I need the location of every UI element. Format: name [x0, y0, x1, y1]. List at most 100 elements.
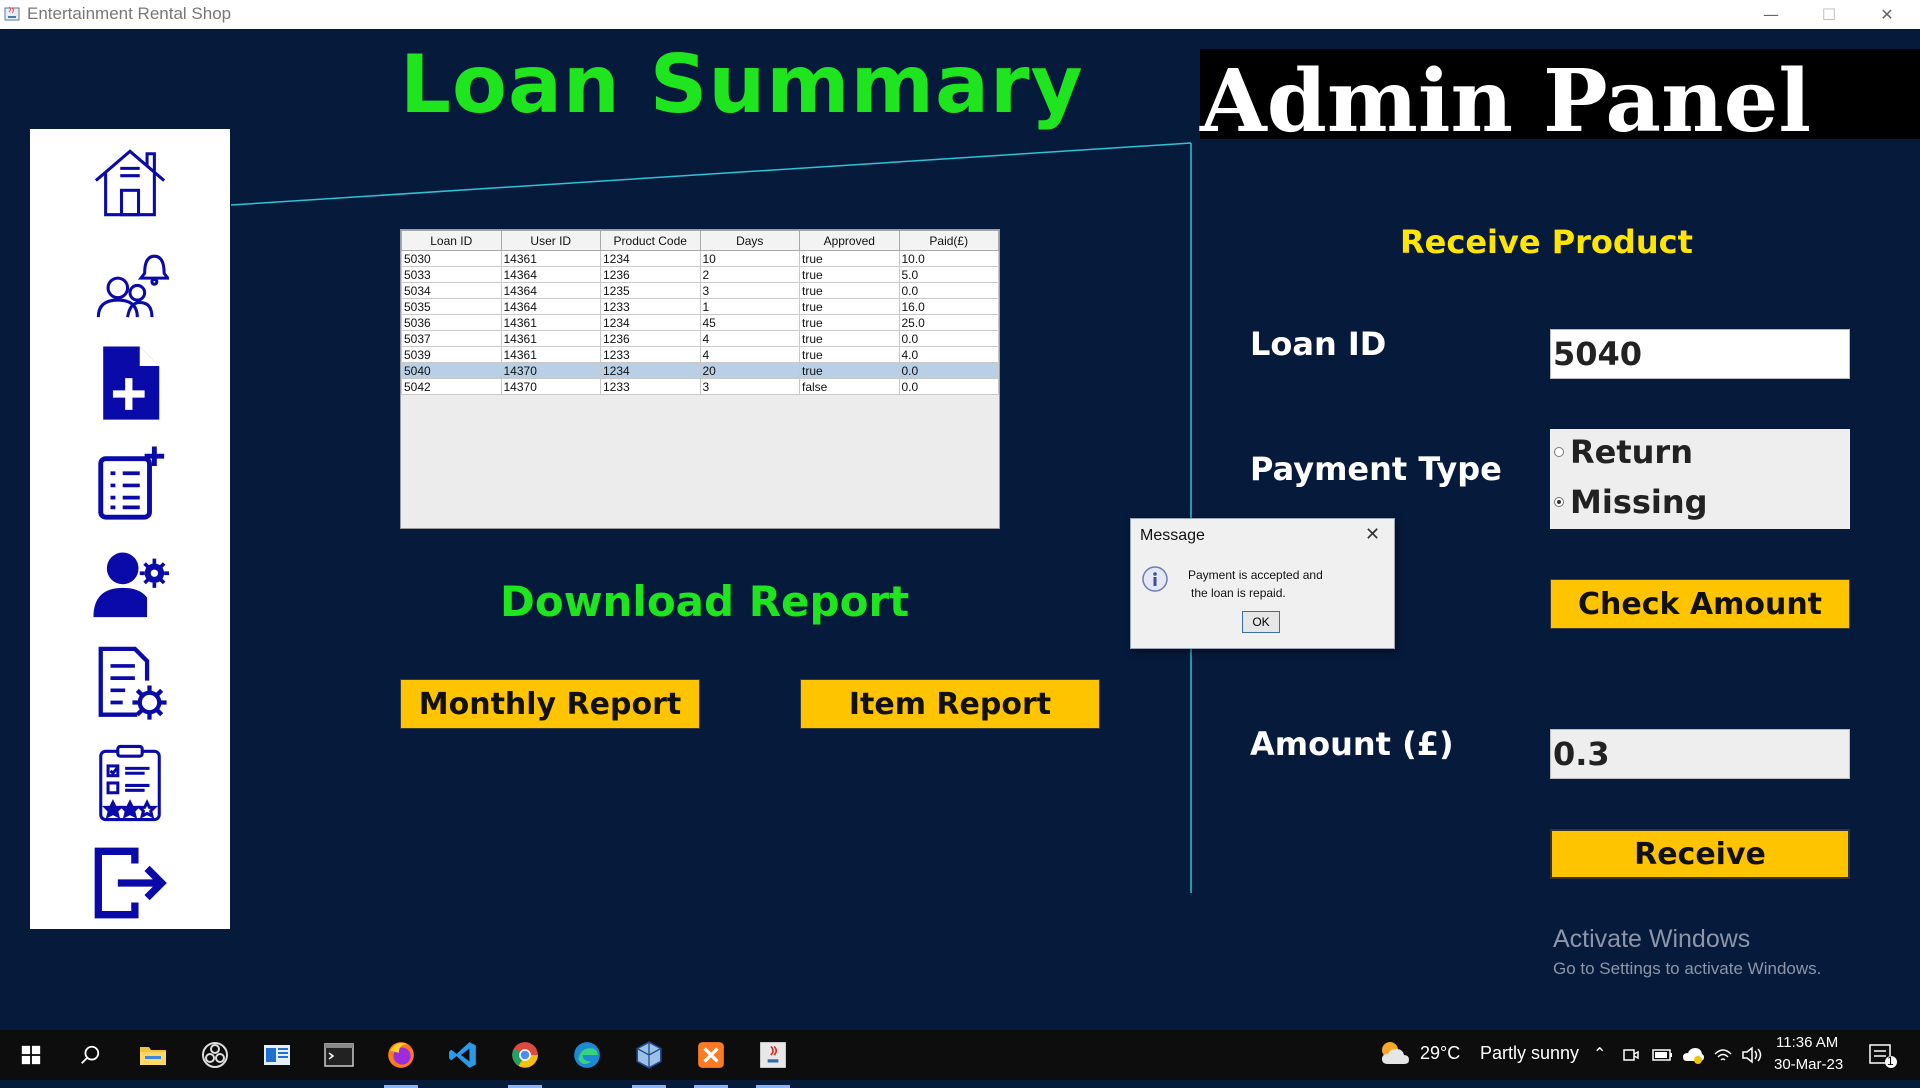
table-row[interactable]: 5040 14370 1234 20 true 0.0	[401, 362, 999, 379]
table-row[interactable]: 5042 14370 1233 3 false 0.0	[401, 378, 999, 395]
table-cell[interactable]: 2	[699, 266, 800, 283]
receive-button[interactable]: Receive	[1550, 829, 1850, 879]
add-document-icon[interactable]	[88, 341, 172, 425]
loan-table[interactable]: Loan ID User ID Product Code Days Approved Pa…	[401, 230, 999, 395]
battery-icon[interactable]	[1652, 1047, 1674, 1063]
dialog-ok-button[interactable]: OK	[1242, 611, 1280, 633]
monthly-report-button[interactable]: Monthly Report	[400, 679, 700, 729]
table-cell[interactable]: 5036	[401, 314, 502, 331]
weather-icon[interactable]	[1378, 1038, 1412, 1068]
table-cell[interactable]: true	[799, 314, 900, 331]
table-row[interactable]: 5035 14364 1233 1 true 16.0	[401, 298, 999, 315]
table-cell[interactable]: 14370	[500, 362, 601, 379]
table-cell[interactable]: true	[799, 282, 900, 299]
column-header[interactable]: Approved	[799, 230, 900, 251]
table-cell[interactable]: 14364	[500, 298, 601, 315]
table-cell[interactable]: 14364	[500, 282, 601, 299]
xampp-icon[interactable]	[694, 1038, 728, 1088]
table-cell[interactable]: 45	[699, 314, 800, 331]
meet-now-icon[interactable]	[1622, 1046, 1640, 1064]
table-cell[interactable]: true	[799, 346, 900, 363]
table-cell[interactable]: 1233	[600, 346, 701, 363]
document-settings-icon[interactable]	[88, 641, 172, 725]
table-cell[interactable]: 25.0	[898, 314, 999, 331]
table-cell[interactable]: 1233	[600, 298, 701, 315]
table-cell[interactable]: 14361	[500, 314, 601, 331]
maximize-button[interactable]: ☐	[1806, 0, 1852, 29]
table-cell[interactable]: false	[799, 378, 900, 395]
table-cell[interactable]: 5040	[401, 362, 502, 379]
radio-return-dot[interactable]	[1554, 447, 1564, 457]
table-cell[interactable]: 0.0	[898, 378, 999, 395]
table-cell[interactable]: 14364	[500, 266, 601, 283]
table-cell[interactable]: 14361	[500, 250, 601, 267]
table-cell[interactable]: 1235	[600, 282, 701, 299]
table-cell[interactable]: 1234	[600, 250, 701, 267]
table-cell[interactable]: 1236	[600, 330, 701, 347]
obs-icon[interactable]	[198, 1038, 232, 1072]
chrome-icon[interactable]	[508, 1038, 542, 1088]
table-cell[interactable]: 1234	[600, 362, 701, 379]
table-cell[interactable]: 1233	[600, 378, 701, 395]
table-cell[interactable]: 14361	[500, 330, 601, 347]
logout-icon[interactable]	[88, 841, 172, 925]
table-cell[interactable]: 3	[699, 378, 800, 395]
user-settings-icon[interactable]	[88, 541, 172, 625]
volume-icon[interactable]	[1741, 1046, 1763, 1064]
table-cell[interactable]: 10	[699, 250, 800, 267]
dialog-close-icon[interactable]: ✕	[1365, 524, 1380, 545]
search-icon[interactable]	[73, 1038, 107, 1072]
users-notification-icon[interactable]	[88, 241, 172, 325]
clock-time[interactable]: 11:36 AM	[1776, 1034, 1838, 1051]
table-cell[interactable]: 14370	[500, 378, 601, 395]
table-cell[interactable]: 1236	[600, 266, 701, 283]
windows-start-icon[interactable]	[14, 1038, 48, 1072]
column-header[interactable]: Paid(£)	[898, 230, 999, 251]
column-header[interactable]: Product Code	[600, 230, 701, 251]
table-cell[interactable]: 5.0	[898, 266, 999, 283]
java-icon[interactable]	[756, 1038, 790, 1088]
file-explorer-icon[interactable]	[136, 1038, 170, 1072]
column-header[interactable]: Loan ID	[401, 230, 502, 251]
radio-missing-dot[interactable]	[1554, 497, 1564, 507]
table-cell[interactable]: 5030	[401, 250, 502, 267]
table-cell[interactable]: 20	[699, 362, 800, 379]
loan-table-container[interactable]: Loan ID User ID Product Code Days Approved Pa…	[400, 229, 1000, 529]
clock-date[interactable]: 30-Mar-23	[1774, 1056, 1843, 1073]
minimize-button[interactable]: —	[1748, 0, 1794, 29]
table-cell[interactable]: 4	[699, 346, 800, 363]
edge-icon[interactable]	[570, 1038, 604, 1072]
terminal-icon[interactable]	[322, 1038, 356, 1072]
table-row[interactable]: 5034 14364 1235 3 true 0.0	[401, 282, 999, 299]
table-row[interactable]: 5030 14361 1234 10 true 10.0	[401, 250, 999, 267]
table-cell[interactable]: 4.0	[898, 346, 999, 363]
check-amount-button[interactable]: Check Amount	[1550, 579, 1850, 629]
radio-return[interactable]: Return	[1554, 433, 1693, 471]
table-cell[interactable]: true	[799, 330, 900, 347]
table-cell[interactable]: 1	[699, 298, 800, 315]
table-row[interactable]: 5037 14361 1236 4 true 0.0	[401, 330, 999, 347]
table-cell[interactable]: 5042	[401, 378, 502, 395]
news-icon[interactable]	[260, 1038, 294, 1072]
table-cell[interactable]: true	[799, 266, 900, 283]
table-cell[interactable]: 5035	[401, 298, 502, 315]
firefox-icon[interactable]	[384, 1038, 418, 1088]
chevron-up-icon[interactable]: ⌃	[1593, 1044, 1606, 1063]
loan-id-input[interactable]: 5040	[1550, 329, 1850, 379]
radio-missing[interactable]: Missing	[1554, 483, 1708, 521]
table-cell[interactable]: 3	[699, 282, 800, 299]
table-cell[interactable]: true	[799, 362, 900, 379]
table-cell[interactable]: 5037	[401, 330, 502, 347]
table-row[interactable]: 5039 14361 1233 4 true 4.0	[401, 346, 999, 363]
table-cell[interactable]: 0.0	[898, 362, 999, 379]
clipboard-rating-icon[interactable]	[88, 741, 172, 825]
column-header[interactable]: Days	[699, 230, 800, 251]
close-button[interactable]: ✕	[1864, 0, 1910, 29]
wifi-icon[interactable]	[1713, 1046, 1733, 1064]
table-cell[interactable]: 14361	[500, 346, 601, 363]
table-cell[interactable]: 1234	[600, 314, 701, 331]
table-cell[interactable]: 5034	[401, 282, 502, 299]
onedrive-icon[interactable]	[1682, 1045, 1704, 1065]
weather-description[interactable]: Partly sunny	[1480, 1043, 1579, 1064]
column-header[interactable]: User ID	[500, 230, 601, 251]
